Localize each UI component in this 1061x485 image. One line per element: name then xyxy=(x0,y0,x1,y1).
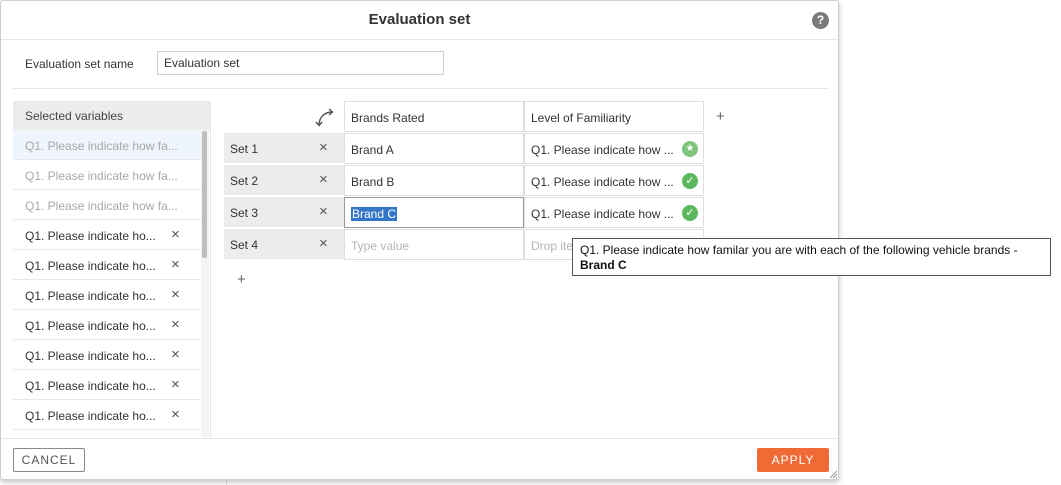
scrollbar-thumb[interactable] xyxy=(202,131,207,258)
selected-variables-title: Selected variables xyxy=(25,109,124,123)
check-icon: ✓ xyxy=(682,205,698,221)
variable-label: Q1. Please indicate ho... xyxy=(25,229,156,243)
variable-label: Q1. Please indicate ho... xyxy=(25,289,156,303)
familiarity-cell[interactable]: Q1. Please indicate how ... ✓ xyxy=(524,165,704,196)
variable-label: Q1. Please indicate ho... xyxy=(25,319,156,333)
brand-cell-editing[interactable]: Brand C xyxy=(344,197,524,228)
list-item[interactable]: Q1. Please indicate how fa... xyxy=(13,160,201,190)
tooltip-brand: Brand C xyxy=(580,258,627,272)
list-item[interactable]: Q1. Please indicate ho... × xyxy=(13,310,201,340)
list-item[interactable]: Q1. Please indicate how fa... xyxy=(13,190,201,220)
cell-value: Q1. Please indicate how ... xyxy=(531,175,674,189)
column-header-brands[interactable]: Brands Rated xyxy=(344,101,524,132)
list-item[interactable]: Q1. Please indicate how fa... xyxy=(13,130,201,160)
row-header-set-2: Set 2 × xyxy=(224,165,344,196)
cell-value: Brand B xyxy=(351,175,395,189)
check-icon: ✓ xyxy=(682,173,698,189)
column-header-label: Brands Rated xyxy=(351,111,425,125)
remove-row-icon[interactable]: × xyxy=(319,235,328,252)
brand-input-cell[interactable]: Type value xyxy=(344,229,524,260)
add-row-button[interactable]: + xyxy=(237,271,246,288)
variable-label: Q1. Please indicate how fa... xyxy=(25,199,178,213)
remove-icon[interactable]: × xyxy=(171,316,180,333)
drop-placeholder: Drop ite xyxy=(531,239,574,253)
variable-label: Q1. Please indicate ho... xyxy=(25,409,156,423)
cancel-button[interactable]: CANCEL xyxy=(13,448,85,472)
remove-row-icon[interactable]: × xyxy=(319,139,328,156)
dialog-title: Evaluation set xyxy=(368,11,471,28)
list-item[interactable]: Q1. Please indicate ho... × xyxy=(13,280,201,310)
row-header-set-4: Set 4 × xyxy=(224,229,344,260)
star-check-icon: ★ xyxy=(682,141,698,157)
selected-cell-text[interactable]: Brand C xyxy=(351,207,398,221)
cell-value: Q1. Please indicate how ... xyxy=(531,143,674,157)
remove-icon[interactable]: × xyxy=(171,256,180,273)
variable-label: Q1. Please indicate ho... xyxy=(25,259,156,273)
variable-label: Q1. Please indicate how fa... xyxy=(25,169,178,183)
list-item[interactable]: Q1. Please indicate ho... × xyxy=(13,340,201,370)
list-item[interactable]: Q1. Please indicate ho... × xyxy=(13,220,201,250)
remove-icon[interactable]: × xyxy=(171,286,180,303)
list-item[interactable]: Q1. Please indicate ho... × xyxy=(13,400,201,430)
column-header-familiarity[interactable]: Level of Familiarity xyxy=(524,101,704,132)
variable-label: Q1. Please indicate ho... xyxy=(25,379,156,393)
list-item[interactable]: Q1. Please indicate ho... × xyxy=(13,250,201,280)
remove-icon[interactable]: × xyxy=(171,346,180,363)
brand-cell[interactable]: Brand B xyxy=(344,165,524,196)
variable-list: Q1. Please indicate how fa... Q1. Please… xyxy=(13,130,201,430)
remove-row-icon[interactable]: × xyxy=(319,203,328,220)
apply-button[interactable]: APPLY xyxy=(757,448,829,472)
cell-value: Q1. Please indicate how ... xyxy=(531,207,674,221)
selected-variables-header: Selected variables xyxy=(13,101,210,130)
swap-icon[interactable] xyxy=(315,107,337,129)
remove-icon[interactable]: × xyxy=(171,376,180,393)
tooltip-text: Q1. Please indicate how familar you are … xyxy=(580,243,1018,257)
divider xyxy=(13,88,829,89)
row-header-set-3: Set 3 × xyxy=(224,197,344,228)
familiarity-cell[interactable]: Q1. Please indicate how ... ✓ xyxy=(524,197,704,228)
row-label: Set 1 xyxy=(230,142,259,156)
remove-icon[interactable]: × xyxy=(171,226,180,243)
selected-variables-panel: Selected variables Q1. Please indicate h… xyxy=(13,101,211,437)
brand-placeholder: Type value xyxy=(351,239,410,253)
row-label: Set 3 xyxy=(230,206,259,220)
row-label: Set 4 xyxy=(230,238,259,252)
row-header-set-1: Set 1 × xyxy=(224,133,344,164)
brand-cell[interactable]: Brand A xyxy=(344,133,524,164)
cell-value: Brand A xyxy=(351,143,394,157)
list-item[interactable]: Q1. Please indicate ho... × xyxy=(13,370,201,400)
remove-icon[interactable]: × xyxy=(171,406,180,423)
tooltip: Q1. Please indicate how familar you are … xyxy=(572,238,1051,276)
help-icon[interactable]: ? xyxy=(812,12,829,29)
resize-grip-icon[interactable] xyxy=(828,469,838,479)
variable-label: Q1. Please indicate ho... xyxy=(25,349,156,363)
row-label: Set 2 xyxy=(230,174,259,188)
evaluation-set-name-input[interactable] xyxy=(157,51,444,75)
column-header-label: Level of Familiarity xyxy=(531,111,632,125)
footer-divider xyxy=(1,438,838,439)
variable-label: Q1. Please indicate how fa... xyxy=(25,139,178,153)
evaluation-set-name-label: Evaluation set name xyxy=(25,57,134,71)
familiarity-cell[interactable]: Q1. Please indicate how ... ★ xyxy=(524,133,704,164)
remove-row-icon[interactable]: × xyxy=(319,171,328,188)
dialog-title-bar: Evaluation set ? xyxy=(1,1,838,40)
add-column-button[interactable]: + xyxy=(716,108,725,125)
